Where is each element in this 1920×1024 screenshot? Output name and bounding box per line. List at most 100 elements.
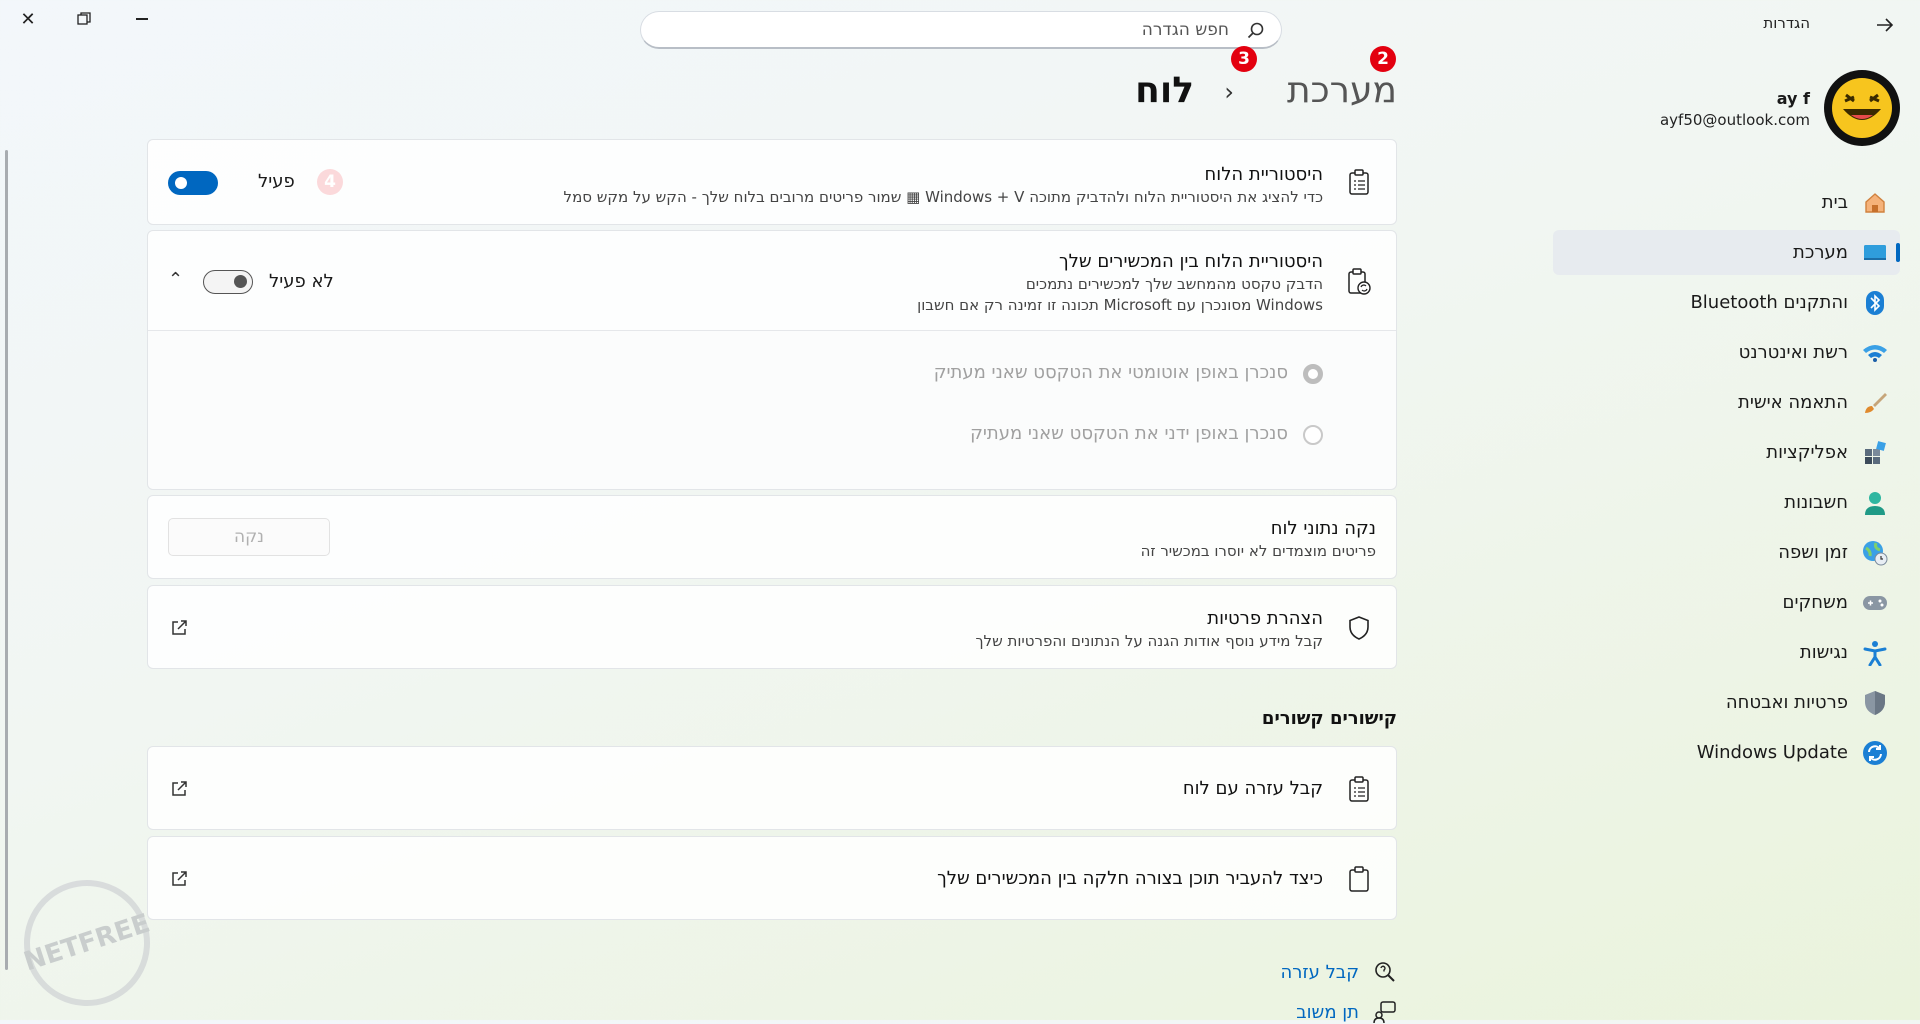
sync-options-panel — [148, 331, 1396, 489]
help-chat-icon — [1375, 962, 1395, 982]
clipboard-history-subtitle: שמור פריטים מרובים בלוח שלך - הקש על מקש… — [563, 188, 1323, 206]
feedback-link[interactable]: תן משוב — [1296, 1002, 1359, 1023]
clear-subtitle: פריטים מוצמדים לא יוסרו במכשיר זה — [1140, 542, 1376, 560]
open-external-icon — [172, 871, 187, 886]
breadcrumb-separator: › — [1224, 78, 1234, 106]
restore-icon — [77, 12, 91, 25]
nav-item-windows-update[interactable]: Windows Update — [1553, 730, 1900, 775]
clipboard-list-icon — [1344, 774, 1374, 804]
search-icon — [1247, 22, 1264, 39]
clipboard-history-toggle[interactable] — [168, 171, 218, 195]
search-box[interactable]: חפש הגדרה — [640, 11, 1282, 49]
page-title: לוח — [1135, 70, 1194, 111]
get-help-link[interactable]: קבל עזרה — [1280, 962, 1359, 983]
option-manual-label: סנכרן באופן ידני את הטקסט שאני מעתיק — [970, 423, 1288, 444]
badge-3: 3 — [1231, 46, 1257, 72]
card-clipboard-history: היסטוריית הלוח שמור פריטים מרובים בלוח ש… — [147, 139, 1397, 225]
nav-item-label: Bluetooth והתקנים — [1690, 292, 1848, 313]
breadcrumb-parent[interactable]: מערכת — [1287, 70, 1397, 111]
apps-icon — [1862, 440, 1888, 466]
related-transfer-label: כיצד להעביר תוכן בצורה חלקה בין המכשירים… — [937, 868, 1323, 889]
shield-outline-icon — [1344, 613, 1374, 643]
open-external-icon — [172, 781, 187, 796]
accessibility-icon — [1862, 640, 1888, 666]
privacy-title: הצהרת פרטיות — [1207, 608, 1323, 629]
clipboard-icon — [1344, 864, 1374, 894]
minimize-icon — [136, 18, 148, 20]
close-icon: ✕ — [20, 8, 36, 30]
home-icon — [1862, 190, 1888, 216]
restore-button[interactable] — [59, 0, 109, 38]
nav-item-label: Windows Update — [1696, 742, 1848, 763]
nav-item-accounts[interactable]: חשבונות — [1553, 480, 1900, 525]
card-privacy-statement[interactable]: הצהרת פרטיות קבל מידע נוסף אודות הגנה על… — [147, 585, 1397, 669]
watermark-text: NETFREE — [20, 908, 154, 978]
system-icon — [1862, 240, 1888, 266]
nav-item-accessibility[interactable]: נגישות — [1553, 630, 1900, 675]
nav-item-label: אפליקציות — [1766, 442, 1848, 463]
search-input[interactable]: חפש הגדרה — [1142, 20, 1229, 40]
wifi-icon — [1862, 340, 1888, 366]
collapse-button[interactable]: ⌃ — [168, 269, 183, 290]
related-links-heading: קישורים קשורים — [1261, 708, 1397, 729]
nav-item-system[interactable]: מערכת — [1553, 230, 1900, 275]
window-title: הגדרות — [1763, 14, 1810, 32]
nav-item-label: בית — [1821, 192, 1848, 213]
nav-item-personalization[interactable]: התאמה אישית — [1553, 380, 1900, 425]
card-sync-devices: היסטוריית הלוח בין המכשירים שלך הדבק טקס… — [147, 230, 1397, 490]
nav-item-label: התאמה אישית — [1738, 392, 1848, 413]
nav-item-network[interactable]: רשת ואינטרנט — [1553, 330, 1900, 375]
open-external-icon — [172, 620, 187, 635]
nav-item-privacy[interactable]: פרטיות ואבטחה — [1553, 680, 1900, 725]
nav-item-bluetooth[interactable]: Bluetooth והתקנים — [1553, 280, 1900, 325]
sync-title: היסטוריית הלוח בין המכשירים שלך — [1058, 251, 1323, 272]
nav-item-gaming[interactable]: משחקים — [1553, 580, 1900, 625]
laughing-emoji-icon — [1832, 78, 1892, 138]
clipboard-sync-icon — [1344, 267, 1374, 297]
clipboard-history-state: פעיל — [258, 171, 295, 192]
nav-item-label: פרטיות ואבטחה — [1725, 692, 1848, 713]
account-icon — [1862, 490, 1888, 516]
sync-toggle[interactable] — [203, 270, 253, 294]
scrollbar[interactable] — [5, 150, 8, 970]
update-icon — [1862, 740, 1888, 766]
back-button[interactable] — [1870, 10, 1900, 40]
clipboard-history-title: היסטוריית הלוח — [1204, 164, 1323, 185]
badge-2: 2 — [1370, 46, 1396, 72]
link-transfer-content[interactable]: כיצד להעביר תוכן בצורה חלקה בין המכשירים… — [147, 836, 1397, 920]
minimize-button[interactable] — [117, 0, 167, 38]
nav-item-label: משחקים — [1782, 592, 1848, 613]
nav-item-apps[interactable]: אפליקציות — [1553, 430, 1900, 475]
clear-button[interactable]: נקה — [168, 518, 330, 556]
selection-indicator — [1896, 243, 1900, 262]
sync-subtitle-2: תכונה זו זמינה רק אם חשבון Microsoft מסו… — [917, 296, 1323, 314]
clear-title: נקה נתוני לוח — [1270, 518, 1376, 539]
shield-icon — [1862, 690, 1888, 716]
nav-item-label: חשבונות — [1784, 492, 1848, 513]
arrow-right-icon — [1877, 18, 1894, 32]
card-clear-data: נקה נתוני לוח פריטים מוצמדים לא יוסרו במ… — [147, 495, 1397, 579]
nav-item-label: נגישות — [1799, 642, 1848, 663]
nav-item-home[interactable]: בית — [1553, 180, 1900, 225]
user-name: ay f — [1776, 89, 1810, 108]
nav-item-label: רשת ואינטרנט — [1738, 342, 1848, 363]
privacy-subtitle: קבל מידע נוסף אודות הגנה על הנתונים והפר… — [975, 632, 1324, 650]
chevron-up-icon: ⌃ — [168, 269, 184, 290]
close-button[interactable]: ✕ — [3, 0, 53, 38]
clipboard-list-icon — [1344, 167, 1374, 197]
footer-get-help[interactable]: קבל עזרה — [1280, 960, 1397, 984]
related-help-label: קבל עזרה עם לוח — [1182, 778, 1323, 799]
avatar[interactable] — [1824, 70, 1900, 146]
nav-item-time-language[interactable]: זמן ושפה — [1553, 530, 1900, 575]
user-email: ayf50@outlook.com — [1659, 111, 1810, 129]
radio-auto-sync[interactable] — [1303, 364, 1323, 384]
globe-clock-icon — [1862, 540, 1888, 566]
feedback-icon — [1373, 1001, 1396, 1024]
radio-manual-sync[interactable] — [1303, 425, 1323, 445]
gamepad-icon — [1862, 590, 1888, 616]
link-clipboard-help[interactable]: קבל עזרה עם לוח — [147, 746, 1397, 830]
nav-item-label: זמן ושפה — [1778, 542, 1848, 563]
paintbrush-icon — [1862, 390, 1888, 416]
footer-feedback[interactable]: תן משוב — [1296, 1000, 1397, 1024]
sync-state: לא פעיל — [269, 271, 334, 292]
